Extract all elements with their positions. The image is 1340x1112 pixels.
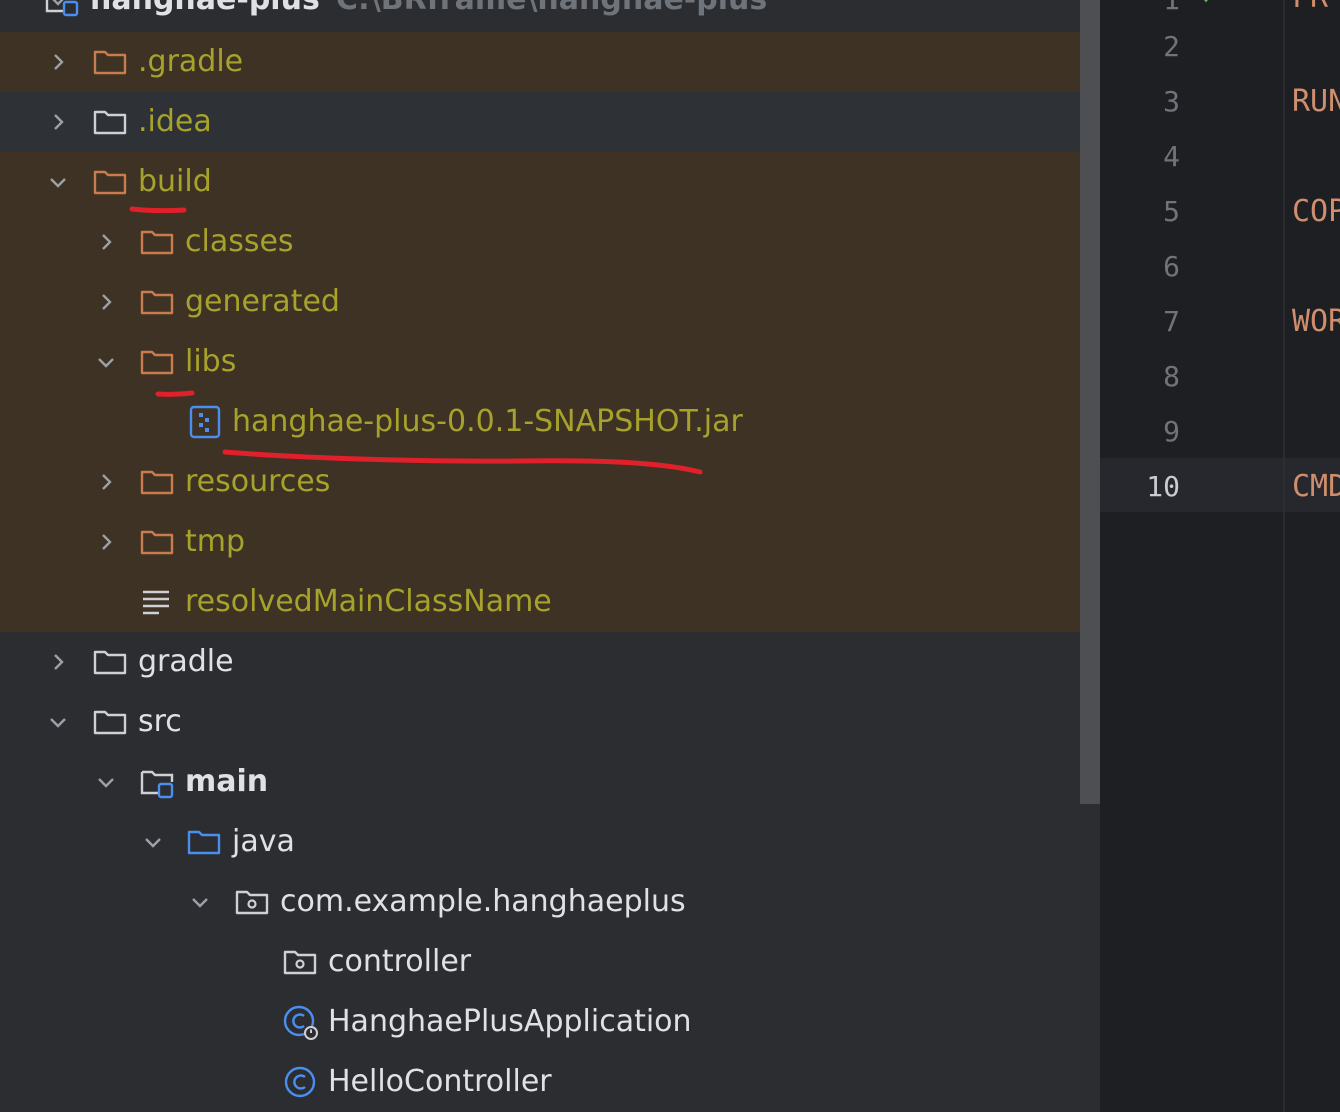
chevron-down-icon[interactable] bbox=[38, 152, 78, 212]
tree-label: .gradle bbox=[138, 44, 244, 79]
chevron-down-icon[interactable] bbox=[180, 872, 220, 932]
tree-row-build[interactable]: build bbox=[0, 152, 1080, 212]
tree-row-classes[interactable]: classes bbox=[0, 212, 1080, 272]
tree-row-tmp[interactable]: tmp bbox=[0, 512, 1080, 572]
folder-icon bbox=[93, 170, 127, 195]
class-icon bbox=[284, 1066, 316, 1098]
tree-row-main[interactable]: main bbox=[0, 752, 1080, 812]
gutter-separator bbox=[1283, 0, 1285, 1112]
chevron-down-icon[interactable] bbox=[86, 752, 126, 812]
tree-row-hello-controller[interactable]: HelloController bbox=[0, 1052, 1080, 1112]
tree-label: hanghae-plus-0.0.1-SNAPSHOT.jar bbox=[232, 404, 743, 439]
tree-label: tmp bbox=[185, 524, 246, 559]
line-number: 9 bbox=[1163, 415, 1180, 448]
tree-label: generated bbox=[185, 284, 340, 319]
tree-row-gradle[interactable]: gradle bbox=[0, 632, 1080, 692]
source-folder-icon bbox=[187, 830, 221, 855]
chevron-right-icon[interactable] bbox=[38, 632, 78, 692]
chevron-down-icon[interactable] bbox=[38, 692, 78, 752]
tree-label: classes bbox=[185, 224, 294, 259]
scrollbar-thumb[interactable] bbox=[1080, 0, 1100, 804]
source-root-folder-icon bbox=[140, 770, 174, 799]
tree-row-dot-gradle[interactable]: .gradle bbox=[0, 32, 1080, 92]
run-gutter-icon[interactable] bbox=[1192, 0, 1222, 6]
line-number: 3 bbox=[1163, 85, 1180, 118]
tree-label: gradle bbox=[138, 644, 234, 679]
tree-label: resolvedMainClassName bbox=[185, 584, 552, 619]
tree-label: .idea bbox=[138, 104, 212, 139]
code-keyword: WOR bbox=[1292, 304, 1340, 339]
tree-label-root: hanghae-plusC:\BRframe\hanghae-plus bbox=[90, 0, 767, 30]
chevron-down-icon[interactable] bbox=[86, 332, 126, 392]
chevron-right-icon[interactable] bbox=[38, 32, 78, 92]
package-icon bbox=[235, 890, 269, 915]
folder-icon bbox=[93, 110, 127, 135]
tree-label: libs bbox=[185, 344, 237, 379]
folder-icon bbox=[140, 230, 174, 255]
chevron-right-icon[interactable] bbox=[86, 212, 126, 272]
folder-icon bbox=[140, 350, 174, 375]
chevron-right-icon[interactable] bbox=[86, 512, 126, 572]
module-folder-icon bbox=[45, 0, 79, 17]
line-number: 6 bbox=[1163, 250, 1180, 283]
tree-row-java[interactable]: java bbox=[0, 812, 1080, 872]
tree-row-resources[interactable]: resources bbox=[0, 452, 1080, 512]
line-number: 8 bbox=[1163, 360, 1180, 393]
path-hint: C:\BRframe\hanghae-plus bbox=[336, 0, 767, 17]
tree-row-generated[interactable]: generated bbox=[0, 272, 1080, 332]
tree-row-root[interactable]: hanghae-plusC:\BRframe\hanghae-plus bbox=[0, 0, 1080, 30]
folder-icon bbox=[93, 710, 127, 735]
line-number: 7 bbox=[1163, 305, 1180, 338]
spring-boot-class-icon bbox=[283, 1005, 318, 1040]
chevron-right-icon[interactable] bbox=[86, 452, 126, 512]
tree-row-resolved-main-class-name[interactable]: resolvedMainClassName bbox=[0, 572, 1080, 632]
tree-label: java bbox=[232, 824, 295, 859]
line-number: 1 bbox=[1100, 0, 1180, 20]
folder-icon bbox=[140, 290, 174, 315]
tree-row-jar[interactable]: hanghae-plus-0.0.1-SNAPSHOT.jar bbox=[0, 392, 1080, 452]
folder-icon bbox=[140, 530, 174, 555]
code-keyword: FR bbox=[1292, 0, 1328, 18]
tree-row-hanghae-plus-application[interactable]: HanghaePlusApplication bbox=[0, 992, 1080, 1052]
jar-file-icon bbox=[189, 405, 221, 439]
text-file-icon bbox=[143, 590, 169, 615]
folder-icon bbox=[93, 50, 127, 75]
folder-icon bbox=[93, 650, 127, 675]
tree-row-controller[interactable]: controller bbox=[0, 932, 1080, 992]
chevron-down-icon[interactable] bbox=[133, 812, 173, 872]
tree-label: com.example.hanghaeplus bbox=[280, 884, 686, 919]
code-editor[interactable]: 1 2 3 4 5 6 7 8 9 10 FR RUN COP WOR CMD bbox=[1100, 0, 1340, 1112]
tree-row-dot-idea[interactable]: .idea bbox=[0, 92, 1080, 152]
chevron-right-icon[interactable] bbox=[86, 272, 126, 332]
line-number: 5 bbox=[1163, 195, 1180, 228]
tree-label: resources bbox=[185, 464, 331, 499]
package-icon bbox=[283, 950, 317, 975]
tree-row-package-root[interactable]: com.example.hanghaeplus bbox=[0, 872, 1080, 932]
line-number: 4 bbox=[1163, 140, 1180, 173]
code-keyword: COP bbox=[1292, 194, 1340, 229]
folder-icon bbox=[140, 470, 174, 495]
tree-row-src[interactable]: src bbox=[0, 692, 1080, 752]
tree-label: src bbox=[138, 704, 182, 739]
project-tree-panel: hanghae-plusC:\BRframe\hanghae-plus .gra… bbox=[0, 0, 1100, 1112]
tree-label: main bbox=[185, 764, 269, 799]
tree-label: HanghaePlusApplication bbox=[328, 1004, 692, 1039]
code-keyword: RUN bbox=[1292, 84, 1340, 119]
tree-row-libs[interactable]: libs bbox=[0, 332, 1080, 392]
line-number: 2 bbox=[1163, 30, 1180, 63]
tree-label: controller bbox=[328, 944, 472, 979]
tree-label: HelloController bbox=[328, 1064, 552, 1099]
line-number: 10 bbox=[1146, 470, 1180, 503]
tree-label: build bbox=[138, 164, 212, 199]
chevron-right-icon[interactable] bbox=[38, 92, 78, 152]
code-keyword: CMD bbox=[1292, 469, 1340, 504]
